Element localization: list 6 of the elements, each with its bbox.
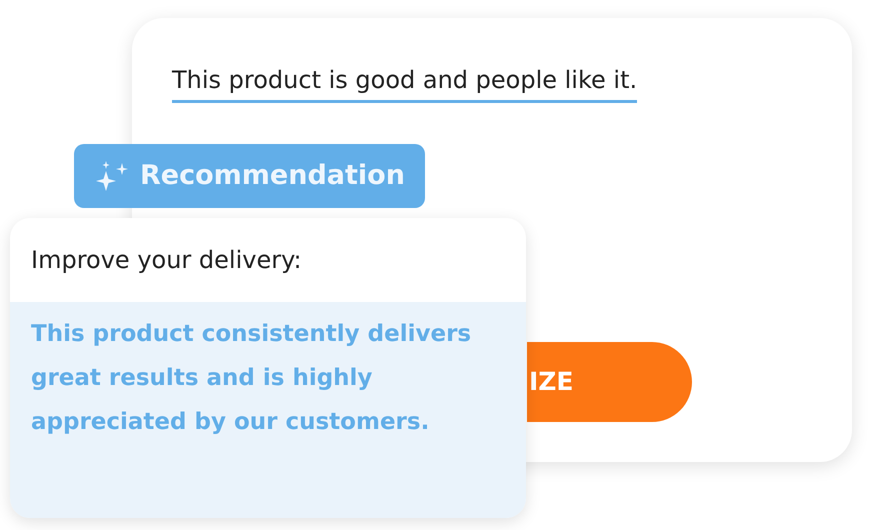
sentence-text: This product is good and people like it.: [172, 62, 638, 103]
action-button[interactable]: IZE: [527, 342, 692, 422]
badge-label: Recommendation: [140, 158, 405, 193]
suggestion-text: This product consistently delivers great results and is highly appreciated by our customers.: [10, 302, 526, 518]
card-heading: Improve your delivery:: [30, 245, 303, 276]
sparkles-icon: [94, 159, 130, 193]
